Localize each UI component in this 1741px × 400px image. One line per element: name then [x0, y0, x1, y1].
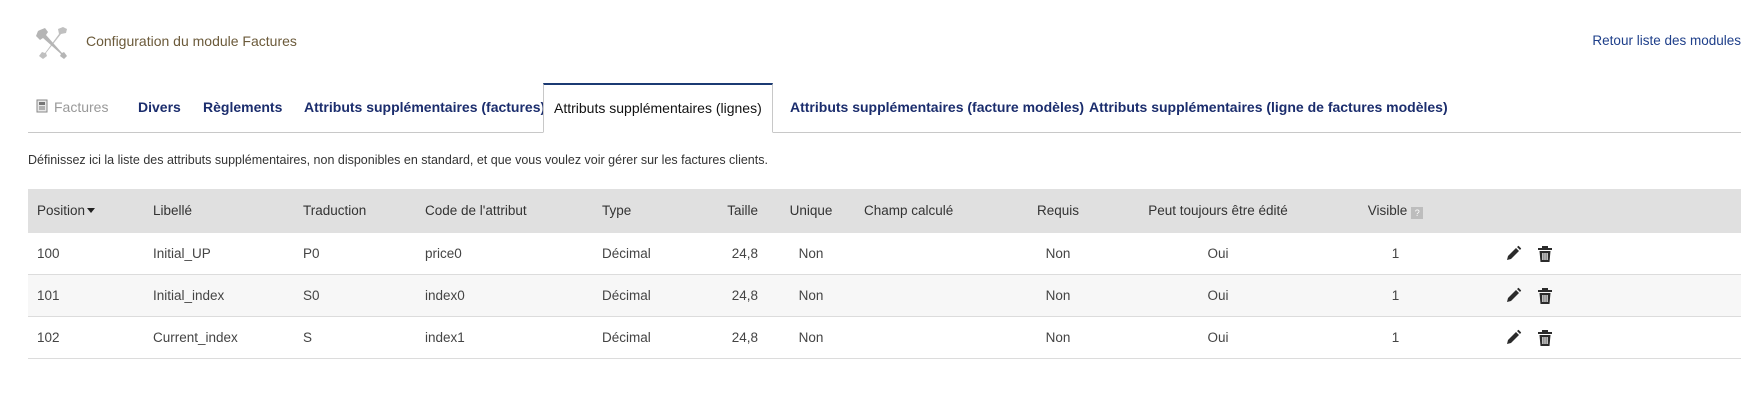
row-actions: [1504, 275, 1554, 316]
cell-taille: 24,8: [731, 330, 758, 345]
column-traduction[interactable]: Traduction: [303, 189, 366, 233]
column-visible[interactable]: Visible?: [1358, 189, 1433, 233]
column-champ-calcule[interactable]: Champ calculé: [864, 189, 953, 233]
row-actions: [1504, 317, 1554, 358]
column-position[interactable]: Position: [37, 189, 96, 233]
row-actions: [1504, 233, 1554, 274]
cell-traduction: P0: [303, 246, 320, 261]
back-to-modules-link[interactable]: Retour liste des modules: [1592, 33, 1741, 48]
cell-editable: Oui: [1207, 288, 1229, 303]
cell-code: index0: [425, 288, 465, 303]
cell-requis: Non: [1045, 288, 1071, 303]
cell-unique: Non: [798, 288, 824, 303]
tab-attributs-factures[interactable]: Attributs supplémentaires (factures): [304, 83, 545, 131]
attributes-table: Position Libellé Traduction Code de l'at…: [28, 189, 1741, 359]
document-icon: [36, 99, 48, 113]
column-code[interactable]: Code de l'attribut: [425, 189, 527, 233]
tab-divers[interactable]: Divers: [138, 83, 181, 131]
tab-attributs-ligne-factures-modeles[interactable]: Attributs supplémentaires (ligne de fact…: [1089, 83, 1448, 131]
tools-icon: [36, 27, 67, 59]
cell-libelle: Initial_UP: [153, 246, 211, 261]
cell-type: Décimal: [602, 246, 651, 261]
column-editable[interactable]: Peut toujours être édité: [1138, 189, 1298, 233]
cell-taille: 24,8: [731, 288, 758, 303]
table-header: Position Libellé Traduction Code de l'at…: [28, 189, 1741, 233]
cell-visible: 1: [1391, 246, 1400, 261]
cell-traduction: S: [303, 330, 313, 345]
cell-code: price0: [425, 246, 462, 261]
tab-attributs-facture-modeles[interactable]: Attributs supplémentaires (facture modèl…: [790, 83, 1084, 131]
table-row: 101 Initial_index S0 index0 Décimal 24,8 Non No…: [28, 275, 1741, 317]
column-unique[interactable]: Unique: [786, 189, 836, 233]
cell-editable: Oui: [1207, 246, 1229, 261]
cell-position: 102: [37, 330, 60, 345]
column-libelle[interactable]: Libellé: [153, 189, 192, 233]
table-row: 100 Initial_UP P0 price0 Décimal 24,8 Non Non Ou…: [28, 233, 1741, 275]
intro-text: Définissez ici la liste des attributs su…: [28, 153, 768, 167]
tab-attributs-lignes[interactable]: Attributs supplémentaires (lignes): [543, 83, 773, 133]
delete-icon[interactable]: [1536, 287, 1554, 305]
page-title: Configuration du module Factures: [86, 33, 297, 49]
cell-unique: Non: [798, 246, 824, 261]
cell-taille: 24,8: [731, 246, 758, 261]
cell-type: Décimal: [602, 288, 651, 303]
cell-type: Décimal: [602, 330, 651, 345]
cell-position: 100: [37, 246, 60, 261]
sort-desc-icon[interactable]: [87, 208, 96, 213]
column-visible-label: Visible: [1367, 203, 1408, 218]
column-position-label: Position: [37, 203, 86, 218]
edit-icon[interactable]: [1504, 287, 1522, 305]
cell-libelle: Current_index: [153, 330, 238, 345]
table-row: 102 Current_index Sindex1 Décimal 24,8 Non Non…: [28, 317, 1741, 359]
tab-bar: Factures Divers Règlements Attributs sup…: [28, 83, 1741, 133]
column-type[interactable]: Type: [602, 189, 631, 233]
cell-unique: Non: [798, 330, 824, 345]
edit-icon[interactable]: [1504, 329, 1522, 347]
tab-factures-label: Factures: [54, 99, 109, 115]
cell-editable: Oui: [1207, 330, 1229, 345]
help-icon[interactable]: ?: [1411, 207, 1424, 219]
cell-code: index1: [425, 330, 465, 345]
cell-requis: Non: [1045, 246, 1071, 261]
cell-requis: Non: [1045, 330, 1071, 345]
edit-icon[interactable]: [1504, 245, 1522, 263]
cell-traduction: S0: [303, 288, 320, 303]
column-taille[interactable]: Taille: [708, 189, 758, 233]
tab-factures[interactable]: Factures: [36, 83, 108, 131]
delete-icon[interactable]: [1536, 245, 1554, 263]
column-requis[interactable]: Requis: [1033, 189, 1083, 233]
delete-icon[interactable]: [1536, 329, 1554, 347]
cell-visible: 1: [1391, 288, 1400, 303]
cell-visible: 1: [1391, 330, 1400, 345]
cell-position: 101: [37, 288, 60, 303]
tab-reglements[interactable]: Règlements: [203, 83, 282, 131]
cell-libelle: Initial_index: [153, 288, 225, 303]
